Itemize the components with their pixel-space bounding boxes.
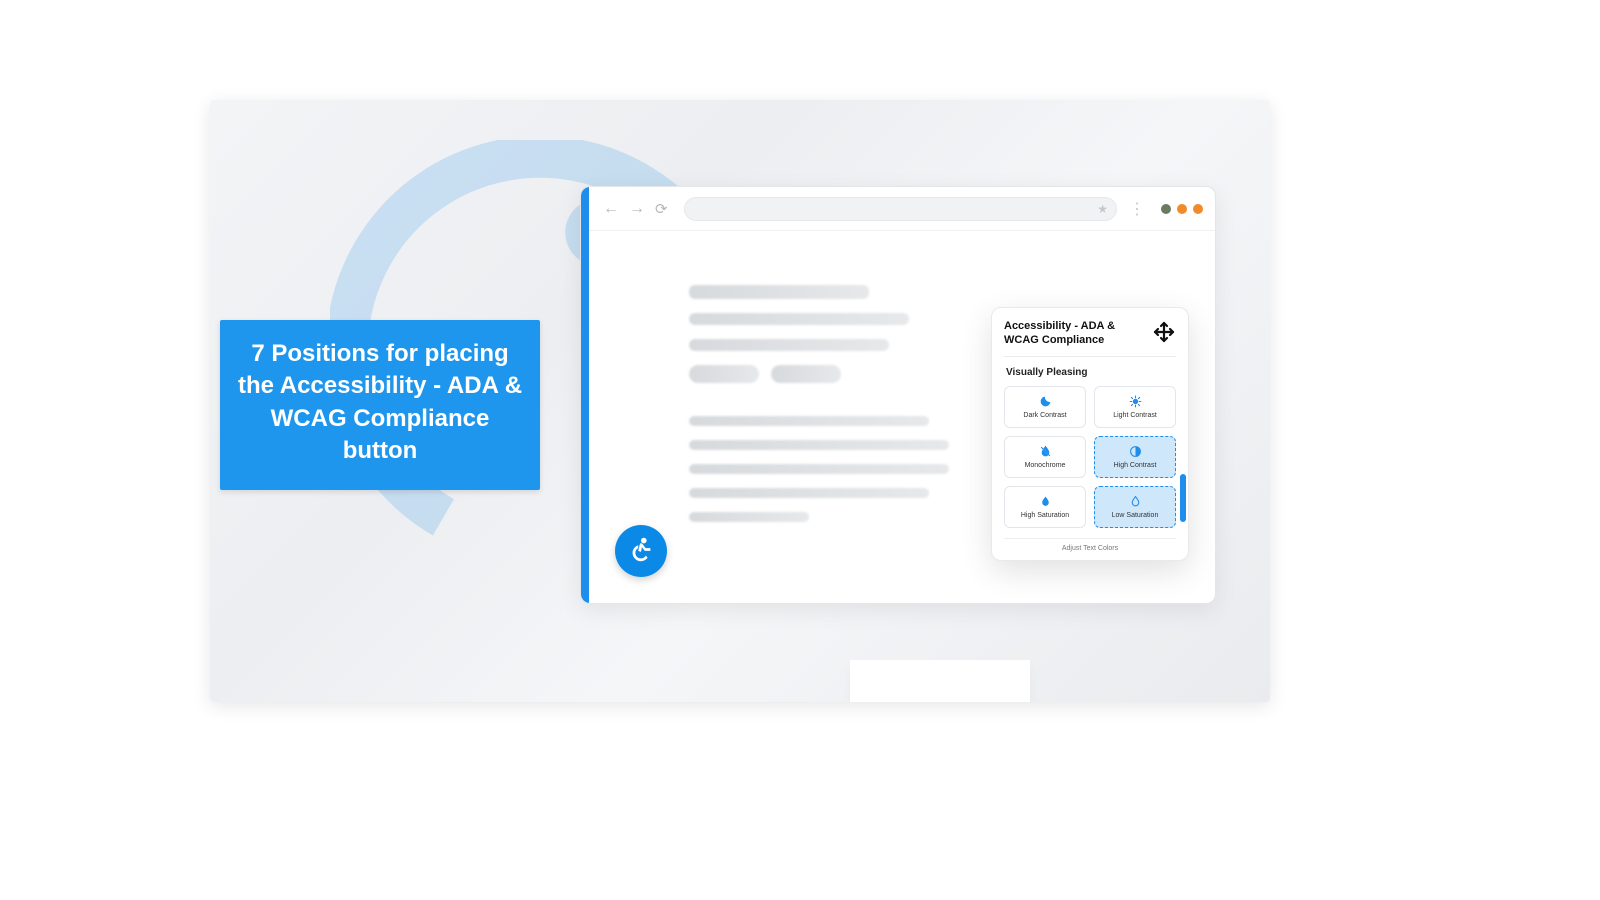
droplet-open-icon [1129,495,1142,510]
accessibility-fab[interactable] [615,525,667,577]
window-button-3[interactable] [1193,204,1203,214]
bookmark-star-icon[interactable]: ★ [1097,202,1108,216]
panel-title: Accessibility - ADA & WCAG Compliance [1004,320,1146,348]
sun-icon [1129,395,1142,410]
placeholder-line [689,285,869,299]
option-high-saturation[interactable]: High Saturation [1004,486,1086,528]
placeholder-line [689,464,949,474]
option-label: Light Contrast [1113,412,1157,419]
placeholder-line [689,440,949,450]
browser-toolbar: ← → ⟳ ★ ⋮ [589,187,1215,231]
move-handle-icon[interactable] [1152,320,1176,344]
reload-icon[interactable]: ⟳ [655,200,668,218]
option-label: High Saturation [1021,512,1069,519]
placeholder-line [689,416,929,426]
option-label: Monochrome [1025,462,1066,469]
window-button-1[interactable] [1161,204,1171,214]
contrast-icon [1129,445,1142,460]
option-dark-contrast[interactable]: Dark Contrast [1004,386,1086,428]
moon-icon [1039,395,1052,410]
accessibility-panel: Accessibility - ADA & WCAG Compliance Vi… [991,307,1189,561]
droplet-icon [1039,495,1052,510]
option-label: Dark Contrast [1023,412,1066,419]
accessibility-icon [626,534,656,569]
panel-truncated-row: Adjust Text Colors [1004,538,1176,552]
monitor-stand [850,660,1030,702]
panel-options-grid: Dark Contrast Light Contrast Monochrome [1004,386,1176,528]
browser-menu-icon[interactable]: ⋮ [1127,199,1147,219]
browser-mock: ← → ⟳ ★ ⋮ [580,186,1216,604]
promo-card: 7 Positions for placing the Accessibilit… [210,100,1270,702]
option-light-contrast[interactable]: Light Contrast [1094,386,1176,428]
panel-scrollbar[interactable] [1180,474,1186,522]
panel-section-label: Visually Pleasing [1006,367,1176,378]
address-bar[interactable]: ★ [684,197,1117,221]
placeholder-pill [689,365,759,383]
window-button-2[interactable] [1177,204,1187,214]
browser-accent-bar [581,187,589,603]
window-controls [1161,204,1203,214]
forward-icon[interactable]: → [629,201,645,217]
option-label: High Contrast [1114,462,1157,469]
placeholder-line [689,339,889,351]
headline-box: 7 Positions for placing the Accessibilit… [220,320,540,490]
option-monochrome[interactable]: Monochrome [1004,436,1086,478]
option-label: Low Saturation [1112,512,1159,519]
droplet-off-icon [1039,445,1052,460]
headline-text: 7 Positions for placing the Accessibilit… [238,340,522,464]
option-low-saturation[interactable]: Low Saturation [1094,486,1176,528]
placeholder-line [689,313,909,325]
placeholder-line [689,512,809,522]
placeholder-pill [771,365,841,383]
option-high-contrast[interactable]: High Contrast [1094,436,1176,478]
placeholder-line [689,488,929,498]
back-icon[interactable]: ← [603,201,619,217]
